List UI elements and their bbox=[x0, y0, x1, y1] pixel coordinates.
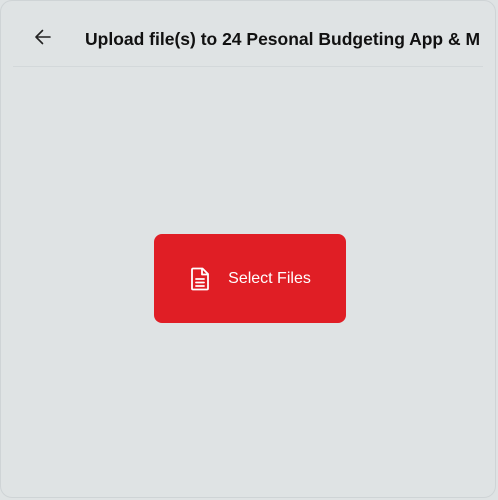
document-icon bbox=[189, 267, 211, 291]
header-divider bbox=[13, 66, 483, 67]
arrow-left-icon bbox=[33, 27, 53, 52]
back-button[interactable] bbox=[29, 25, 57, 53]
select-files-button[interactable]: Select Files bbox=[154, 234, 346, 323]
upload-dialog: Upload file(s) to 24 Pesonal Budgeting A… bbox=[0, 0, 496, 498]
page-title: Upload file(s) to 24 Pesonal Budgeting A… bbox=[85, 29, 481, 49]
select-files-label: Select Files bbox=[228, 269, 311, 287]
header: Upload file(s) to 24 Pesonal Budgeting A… bbox=[1, 1, 495, 67]
